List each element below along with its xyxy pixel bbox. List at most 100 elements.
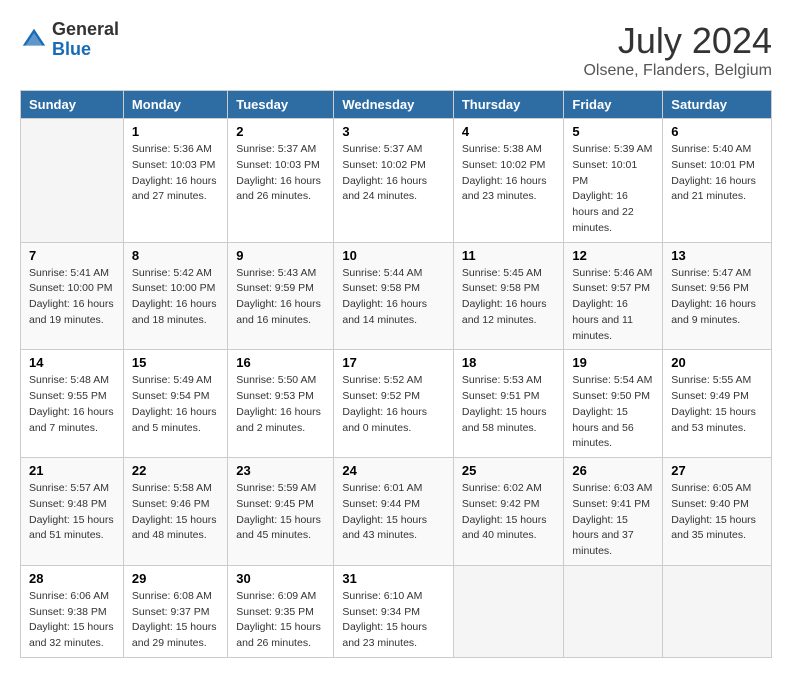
cell-info: Sunrise: 5:40 AMSunset: 10:01 PMDaylight… — [671, 142, 763, 205]
logo: General Blue — [20, 20, 119, 60]
day-header-tuesday: Tuesday — [228, 91, 334, 119]
day-header-wednesday: Wednesday — [334, 91, 454, 119]
calendar-cell: 29Sunrise: 6:08 AMSunset: 9:37 PMDayligh… — [123, 565, 227, 657]
calendar-cell — [663, 565, 772, 657]
cell-info: Sunrise: 6:03 AMSunset: 9:41 PMDaylight:… — [572, 481, 654, 560]
logo-blue: Blue — [52, 40, 119, 60]
calendar-cell: 28 Sunrise: 6:06 AMSunset: 9:38 PMDayligh… — [21, 565, 124, 657]
day-number: 26 — [572, 463, 654, 478]
calendar-cell: 30 Sunrise: 6:09 AMSunset: 9:35 PMDayligh… — [228, 565, 334, 657]
calendar-cell: 20 Sunrise: 5:55 AMSunset: 9:49 PMDayligh… — [663, 350, 772, 458]
cell-info: Sunrise: 5:54 AMSunset: 9:50 PMDaylight:… — [572, 373, 654, 452]
calendar-cell: 17 Sunrise: 5:52 AMSunset: 9:52 PMDayligh… — [334, 350, 454, 458]
day-number: 20 — [671, 355, 763, 370]
day-number: 10 — [342, 248, 445, 263]
cell-info: Sunrise: 6:05 AMSunset: 9:40 PMDaylight:… — [671, 481, 763, 544]
day-number: 28 — [29, 571, 115, 586]
week-row-2: 7Sunrise: 5:41 AMSunset: 10:00 PMDayligh… — [21, 242, 772, 350]
day-number: 8 — [132, 248, 219, 263]
cell-info: Sunrise: 5:48 AMSunset: 9:55 PMDaylight:… — [29, 373, 115, 436]
calendar-cell: 24 Sunrise: 6:01 AMSunset: 9:44 PMDayligh… — [334, 458, 454, 566]
cell-info: Sunrise: 5:52 AMSunset: 9:52 PMDaylight:… — [342, 373, 445, 436]
day-number: 29 — [132, 571, 219, 586]
day-number: 25 — [462, 463, 556, 478]
cell-info: Sunrise: 5:55 AMSunset: 9:49 PMDaylight:… — [671, 373, 763, 436]
calendar-cell: 3Sunrise: 5:37 AMSunset: 10:02 PMDayligh… — [334, 119, 454, 243]
logo-icon — [20, 26, 48, 54]
day-number: 24 — [342, 463, 445, 478]
day-header-sunday: Sunday — [21, 91, 124, 119]
calendar-cell — [453, 565, 564, 657]
cell-info: Sunrise: 5:39 AMSunset: 10:01 PMDaylight… — [572, 142, 654, 237]
day-number: 4 — [462, 124, 556, 139]
calendar-header: SundayMondayTuesdayWednesdayThursdayFrid… — [21, 91, 772, 119]
day-header-saturday: Saturday — [663, 91, 772, 119]
calendar-cell: 4 Sunrise: 5:38 AMSunset: 10:02 PMDayligh… — [453, 119, 564, 243]
title-block: July 2024 Olsene, Flanders, Belgium — [583, 20, 772, 80]
cell-info: Sunrise: 5:46 AMSunset: 9:57 PMDaylight:… — [572, 266, 654, 345]
calendar-cell: 9Sunrise: 5:43 AMSunset: 9:59 PMDaylight… — [228, 242, 334, 350]
cell-info: Sunrise: 5:38 AMSunset: 10:02 PMDaylight… — [462, 142, 556, 205]
calendar-cell: 16 Sunrise: 5:50 AMSunset: 9:53 PMDayligh… — [228, 350, 334, 458]
calendar-cell: 22Sunrise: 5:58 AMSunset: 9:46 PMDayligh… — [123, 458, 227, 566]
day-number: 17 — [342, 355, 445, 370]
calendar-cell: 21 Sunrise: 5:57 AMSunset: 9:48 PMDayligh… — [21, 458, 124, 566]
calendar-cell: 13 Sunrise: 5:47 AMSunset: 9:56 PMDayligh… — [663, 242, 772, 350]
calendar-cell: 11 Sunrise: 5:45 AMSunset: 9:58 PMDayligh… — [453, 242, 564, 350]
cell-info: Sunrise: 5:36 AMSunset: 10:03 PMDaylight… — [132, 142, 219, 205]
calendar-cell: 12Sunrise: 5:46 AMSunset: 9:57 PMDayligh… — [564, 242, 663, 350]
day-number: 13 — [671, 248, 763, 263]
day-number: 1 — [132, 124, 219, 139]
header-row: SundayMondayTuesdayWednesdayThursdayFrid… — [21, 91, 772, 119]
calendar-cell: 1 Sunrise: 5:36 AMSunset: 10:03 PMDayligh… — [123, 119, 227, 243]
cell-info: Sunrise: 5:53 AMSunset: 9:51 PMDaylight:… — [462, 373, 556, 436]
day-header-friday: Friday — [564, 91, 663, 119]
cell-info: Sunrise: 5:37 AMSunset: 10:03 PMDaylight… — [236, 142, 325, 205]
calendar-cell: 25 Sunrise: 6:02 AMSunset: 9:42 PMDayligh… — [453, 458, 564, 566]
cell-info: Sunrise: 6:09 AMSunset: 9:35 PMDaylight:… — [236, 589, 325, 652]
day-number: 11 — [462, 248, 556, 263]
cell-info: Sunrise: 5:42 AMSunset: 10:00 PMDaylight… — [132, 266, 219, 329]
day-number: 18 — [462, 355, 556, 370]
day-number: 19 — [572, 355, 654, 370]
day-number: 15 — [132, 355, 219, 370]
calendar-cell: 6Sunrise: 5:40 AMSunset: 10:01 PMDayligh… — [663, 119, 772, 243]
cell-info: Sunrise: 5:57 AMSunset: 9:48 PMDaylight:… — [29, 481, 115, 544]
calendar-cell: 31Sunrise: 6:10 AMSunset: 9:34 PMDayligh… — [334, 565, 454, 657]
cell-info: Sunrise: 5:49 AMSunset: 9:54 PMDaylight:… — [132, 373, 219, 436]
page-header: General Blue July 2024 Olsene, Flanders,… — [20, 20, 772, 80]
cell-info: Sunrise: 5:44 AMSunset: 9:58 PMDaylight:… — [342, 266, 445, 329]
calendar-cell: 26 Sunrise: 6:03 AMSunset: 9:41 PMDayligh… — [564, 458, 663, 566]
cell-info: Sunrise: 5:41 AMSunset: 10:00 PMDaylight… — [29, 266, 115, 329]
cell-info: Sunrise: 6:02 AMSunset: 9:42 PMDaylight:… — [462, 481, 556, 544]
calendar-body: 1 Sunrise: 5:36 AMSunset: 10:03 PMDayligh… — [21, 119, 772, 658]
calendar-cell: 2 Sunrise: 5:37 AMSunset: 10:03 PMDayligh… — [228, 119, 334, 243]
calendar-cell — [564, 565, 663, 657]
calendar-cell: 5 Sunrise: 5:39 AMSunset: 10:01 PMDayligh… — [564, 119, 663, 243]
day-number: 22 — [132, 463, 219, 478]
day-number: 30 — [236, 571, 325, 586]
calendar-cell: 15 Sunrise: 5:49 AMSunset: 9:54 PMDayligh… — [123, 350, 227, 458]
week-row-4: 21 Sunrise: 5:57 AMSunset: 9:48 PMDayligh… — [21, 458, 772, 566]
day-number: 21 — [29, 463, 115, 478]
logo-general: General — [52, 20, 119, 40]
cell-info: Sunrise: 5:47 AMSunset: 9:56 PMDaylight:… — [671, 266, 763, 329]
calendar-cell: 10 Sunrise: 5:44 AMSunset: 9:58 PMDayligh… — [334, 242, 454, 350]
calendar-cell: 23 Sunrise: 5:59 AMSunset: 9:45 PMDayligh… — [228, 458, 334, 566]
cell-info: Sunrise: 5:45 AMSunset: 9:58 PMDaylight:… — [462, 266, 556, 329]
day-number: 31 — [342, 571, 445, 586]
cell-info: Sunrise: 5:59 AMSunset: 9:45 PMDaylight:… — [236, 481, 325, 544]
day-number: 2 — [236, 124, 325, 139]
day-number: 23 — [236, 463, 325, 478]
cell-info: Sunrise: 6:06 AMSunset: 9:38 PMDaylight:… — [29, 589, 115, 652]
cell-info: Sunrise: 5:37 AMSunset: 10:02 PMDaylight… — [342, 142, 445, 205]
location: Olsene, Flanders, Belgium — [583, 62, 772, 80]
day-number: 14 — [29, 355, 115, 370]
week-row-1: 1 Sunrise: 5:36 AMSunset: 10:03 PMDayligh… — [21, 119, 772, 243]
month-year: July 2024 — [583, 20, 772, 62]
cell-info: Sunrise: 5:50 AMSunset: 9:53 PMDaylight:… — [236, 373, 325, 436]
day-number: 5 — [572, 124, 654, 139]
calendar-cell: 8 Sunrise: 5:42 AMSunset: 10:00 PMDayligh… — [123, 242, 227, 350]
day-number: 16 — [236, 355, 325, 370]
cell-info: Sunrise: 6:01 AMSunset: 9:44 PMDaylight:… — [342, 481, 445, 544]
